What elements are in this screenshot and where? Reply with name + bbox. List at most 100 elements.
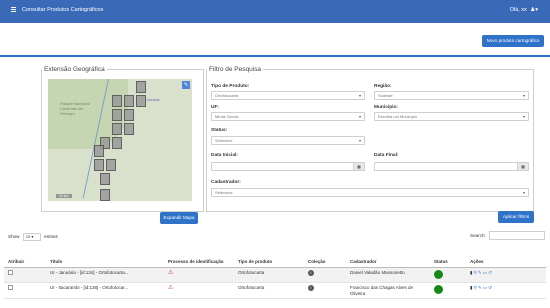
map-tile[interactable] (136, 81, 146, 93)
history-icon[interactable]: ↺ (488, 285, 492, 291)
assign-checkbox[interactable] (8, 269, 13, 275)
map-tile[interactable] (94, 159, 104, 171)
fullscreen-icon[interactable]: ✎ (182, 81, 190, 89)
geographic-extent-legend: Extensão Geográfica (44, 66, 105, 73)
product-type-label: Tipo de Produto: (211, 84, 250, 89)
column-header[interactable]: Cadastrador (346, 245, 430, 268)
column-header[interactable]: Status (430, 245, 466, 268)
calendar-icon[interactable]: ▦ (517, 162, 529, 171)
map-tile[interactable] (124, 109, 134, 121)
section-divider (0, 55, 550, 57)
registrar-label: Cadastrador: (211, 180, 241, 185)
new-product-button[interactable]: Novo produto cartográfico (482, 35, 544, 47)
show-label: Show (8, 234, 20, 240)
column-header[interactable]: Título (46, 245, 164, 268)
title-cell: UI - Januária - [id:134] - Ortofotocarta… (46, 267, 164, 283)
product-type-cell: Ortofotocarta (234, 282, 304, 299)
chevron-down-icon: ▾ (522, 190, 525, 195)
warning-icon: ⚠ (168, 285, 174, 291)
map-tile[interactable] (124, 95, 134, 107)
status-label: Status: (211, 128, 228, 133)
map-tile[interactable] (100, 173, 110, 185)
page-length-control: Show 10 ▾ entries (8, 233, 58, 241)
results-table: Atribuir Título Processo de identificaçã… (4, 245, 546, 299)
delete-icon[interactable]: ▭ (483, 270, 487, 276)
table-row: UI - Januária - [id:134] - Ortofotocarta… (4, 267, 546, 283)
municipality-select[interactable]: Escolha um Município ▾ (374, 112, 529, 121)
status-select[interactable]: Selecione ▾ (211, 136, 365, 145)
municipality-label: Município: (374, 105, 398, 110)
view-icon[interactable]: ⚲ (474, 270, 477, 276)
history-icon[interactable]: ↺ (488, 270, 492, 276)
search-filter-legend: Filtro de Pesquisa (209, 66, 262, 73)
file-icon[interactable]: ▮ (470, 285, 473, 291)
region-value: Sudeste (378, 93, 393, 98)
info-icon[interactable]: i (308, 269, 314, 276)
map-tile[interactable] (106, 159, 116, 171)
end-date-input[interactable] (374, 162, 518, 171)
hamburger-menu-icon[interactable] (8, 6, 18, 16)
search-label: Search: (470, 233, 486, 238)
region-select[interactable]: Sudeste ▾ (374, 91, 529, 100)
actions-cell: ▮⚲✎▭↺ (466, 282, 546, 299)
assign-checkbox[interactable] (8, 285, 13, 290)
product-type-select[interactable]: Ortofotocarta ▾ (211, 91, 365, 100)
delete-icon[interactable]: ▭ (483, 285, 487, 291)
end-date-label: Data Final: (374, 153, 399, 158)
uf-label: UF: (211, 105, 219, 110)
column-header[interactable]: Atribuir (4, 245, 46, 268)
map-tile[interactable] (100, 189, 110, 201)
uf-value: Minas Gerais (215, 114, 239, 119)
start-date-input[interactable] (211, 162, 354, 171)
registrar-value: Selecione (215, 190, 233, 195)
map-tile[interactable] (112, 95, 122, 107)
map-tile[interactable] (94, 145, 104, 157)
map-scale: 10 km (56, 194, 72, 198)
page-length-value: 10 (25, 234, 31, 239)
table-row: UI - Itacarambi - [id:138] - Ortofotocar… (4, 282, 546, 299)
edit-icon[interactable]: ✎ (478, 270, 482, 276)
map-tile[interactable] (112, 109, 122, 121)
column-header[interactable]: Coleção (304, 245, 346, 268)
column-header[interactable]: Tipo de produto (234, 245, 304, 268)
info-icon[interactable]: i (308, 285, 314, 291)
registrar-cell: Francisco das Chagas Alves de Oliveira (346, 282, 430, 299)
town-label: Januária (146, 98, 160, 102)
map-tile[interactable] (124, 123, 134, 135)
edit-icon[interactable]: ✎ (478, 285, 482, 291)
status-ok-icon (434, 269, 443, 279)
file-icon[interactable]: ▮ (470, 270, 473, 276)
chevron-down-icon: ▾ (358, 138, 361, 143)
view-icon[interactable]: ⚲ (474, 285, 477, 291)
map-view[interactable]: Parque Nacional Cavernas do Peruaçu Janu… (48, 79, 192, 201)
column-header: Ações (466, 245, 546, 268)
municipality-value: Escolha um Município (378, 114, 418, 119)
registrar-select[interactable]: Selecione ▾ (211, 188, 529, 197)
column-header[interactable]: Processo de identificação (164, 245, 234, 268)
status-value: Selecione (215, 138, 233, 143)
map-tile[interactable] (112, 137, 122, 149)
page-length-select[interactable]: 10 ▾ (22, 233, 41, 241)
warning-icon: ⚠ (168, 269, 174, 276)
chevron-down-icon: ▾ (358, 93, 361, 98)
uf-select[interactable]: Minas Gerais ▾ (211, 112, 365, 121)
title-cell: UI - Itacarambi - [id:138] - Ortofotocar… (46, 282, 164, 299)
user-menu[interactable]: Olá, xx ♟▾ (510, 7, 538, 13)
chevron-down-icon: ▾ (358, 114, 361, 119)
registrar-cell: Daniel Valadão Massonetto (346, 267, 430, 283)
table-header-row: Atribuir Título Processo de identificaçã… (4, 245, 546, 268)
user-icon: ♟▾ (530, 7, 538, 13)
search-input[interactable] (489, 231, 545, 240)
status-ok-icon (434, 285, 443, 294)
start-date-label: Data Inicial: (211, 153, 238, 158)
user-greeting: Olá, xx (509, 7, 527, 13)
page-title: Consultar Produtos Cartográficos (22, 7, 104, 13)
calendar-icon[interactable]: ▦ (353, 162, 365, 171)
top-navbar: Consultar Produtos Cartográficos Olá, xx… (0, 0, 550, 23)
apply-filters-button[interactable]: Aplicar filtros (498, 211, 534, 223)
product-type-value: Ortofotocarta (215, 93, 239, 98)
chevron-down-icon: ▾ (522, 93, 525, 98)
map-tile[interactable] (112, 123, 122, 135)
map-tile[interactable] (136, 95, 146, 107)
expand-map-button[interactable]: Expandir Mapa (160, 212, 198, 224)
